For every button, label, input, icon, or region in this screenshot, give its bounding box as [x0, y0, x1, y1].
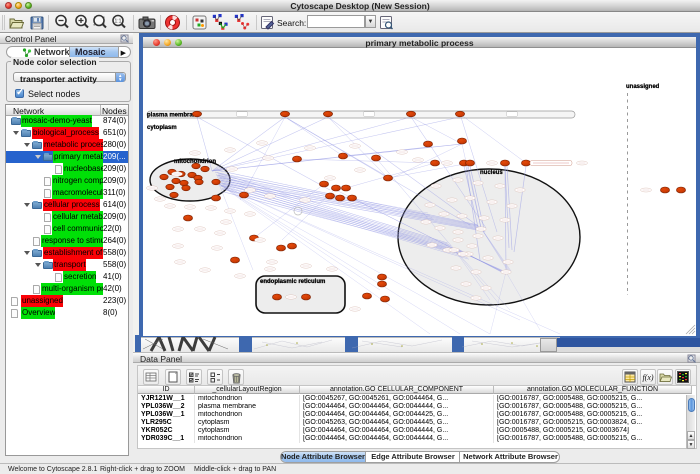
- svg-text:nucleus: nucleus: [480, 170, 503, 176]
- svg-text:cytoplasm: cytoplasm: [147, 125, 177, 131]
- svg-text:endoplasmic reticulum: endoplasmic reticulum: [260, 279, 325, 285]
- svg-text:unassigned: unassigned: [626, 84, 660, 90]
- svg-text:1:1: 1:1: [115, 19, 122, 25]
- svg-text:f(x): f(x): [642, 373, 653, 382]
